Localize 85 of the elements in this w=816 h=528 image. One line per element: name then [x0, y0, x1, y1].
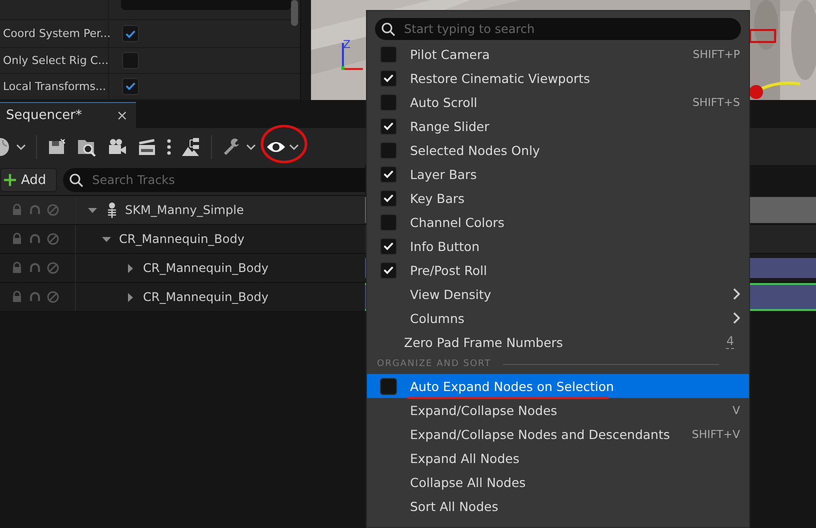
search-icon	[69, 172, 84, 188]
checkbox[interactable]	[380, 142, 397, 158]
shortcut-label: SHIFT+P	[692, 48, 740, 60]
camera-icon[interactable]	[107, 136, 127, 156]
checkbox[interactable]	[122, 78, 139, 95]
menu-item[interactable]: Expand/Collapse Nodes V	[367, 398, 749, 422]
menu-item[interactable]: Sort All Nodes	[367, 494, 749, 518]
shortcut-label: V	[732, 404, 740, 416]
plus-icon	[3, 173, 17, 187]
value-field[interactable]: 4	[726, 335, 734, 349]
hierarchy-icon[interactable]	[181, 136, 201, 156]
search-icon	[381, 22, 396, 36]
menu-item[interactable]: Channel Colors	[367, 210, 749, 234]
chevron-right-icon	[732, 288, 740, 300]
add-button[interactable]: Add	[0, 168, 58, 192]
chevron-right-icon	[732, 312, 740, 324]
checkbox[interactable]	[380, 262, 397, 278]
menu-item[interactable]: Range Slider	[367, 114, 749, 138]
lock-icon[interactable]	[10, 290, 24, 304]
tab-title[interactable]: Sequencer*	[6, 108, 82, 123]
collapsed-arrow-icon[interactable]	[126, 264, 135, 272]
menu-item[interactable]: Key Bars	[367, 186, 749, 210]
menu-search-field[interactable]: Start typing to search	[375, 18, 741, 40]
checkbox[interactable]	[380, 118, 397, 134]
disable-icon[interactable]	[46, 232, 60, 246]
menu-item[interactable]: Expand/Collapse Nodes and Descendants SHIFT+V	[367, 422, 749, 446]
disable-icon[interactable]	[46, 261, 60, 275]
checkbox[interactable]	[380, 46, 397, 62]
section-header: ORGANIZE AND SORT	[377, 359, 492, 369]
menu-item[interactable]: Layer Bars	[367, 162, 749, 186]
track-name[interactable]: CR_Mannequin_Body	[119, 232, 244, 246]
menu-item[interactable]: Restore Cinematic Viewports	[367, 66, 749, 90]
search-field[interactable]: Search Tracks	[63, 168, 365, 192]
checkbox[interactable]	[122, 25, 139, 42]
search-input[interactable]: Start typing to search	[402, 21, 741, 37]
wrench-icon[interactable]	[222, 136, 242, 156]
headphones-icon[interactable]	[28, 232, 42, 246]
checkbox[interactable]	[380, 378, 397, 394]
track-name[interactable]: CR_Mannequin_Body	[143, 261, 268, 275]
property-field[interactable]	[121, 0, 291, 10]
menu-item[interactable]: Pre/Post Roll	[367, 258, 749, 282]
menu-item[interactable]: Zero Pad Frame Numbers 4	[367, 330, 749, 354]
collapsed-arrow-icon[interactable]	[126, 292, 135, 302]
track-name[interactable]: CR_Mannequin_Body	[143, 290, 268, 304]
property-label: Coord System Per...	[0, 21, 109, 47]
scrollbar[interactable]	[291, 0, 298, 26]
highlight-circle	[259, 122, 309, 164]
menu-item[interactable]: Auto Scroll SHIFT+S	[367, 90, 749, 114]
caret-icon	[246, 142, 256, 150]
menu-item[interactable]: Expand All Nodes	[367, 446, 749, 470]
shortcut-label: SHIFT+S	[692, 96, 740, 108]
more-icon[interactable]	[167, 138, 171, 156]
caret-icon	[16, 142, 26, 150]
clapperboard-icon[interactable]	[137, 136, 157, 156]
headphones-icon[interactable]	[28, 290, 42, 304]
menu-item[interactable]: Collapse All Nodes	[367, 470, 749, 494]
menu-item[interactable]: Columns	[367, 306, 749, 330]
checkbox[interactable]	[380, 166, 397, 182]
headphones-icon[interactable]	[28, 261, 42, 275]
checkbox[interactable]	[380, 70, 397, 86]
checkbox[interactable]	[380, 94, 397, 110]
checkbox[interactable]	[380, 190, 397, 206]
caret-icon	[289, 142, 299, 150]
axis-label: Z	[343, 38, 351, 51]
shortcut-label: SHIFT+V	[692, 428, 740, 440]
expanded-arrow-icon[interactable]	[102, 234, 111, 244]
checkbox[interactable]	[380, 214, 397, 230]
close-button[interactable]: ×	[116, 108, 128, 124]
checkbox[interactable]	[122, 52, 139, 69]
sequencer-tab[interactable]: Sequencer* ×	[0, 102, 136, 128]
menu-item[interactable]: Auto Expand Nodes on Selection	[367, 374, 749, 398]
checkbox[interactable]	[380, 238, 397, 254]
menu-item[interactable]: View Density	[367, 282, 749, 306]
lock-icon[interactable]	[10, 261, 24, 275]
track-name[interactable]: SKM_Manny_Simple	[125, 203, 244, 217]
save-icon[interactable]	[47, 136, 67, 156]
expanded-arrow-icon[interactable]	[88, 206, 97, 214]
menu-item[interactable]: Info Button	[367, 234, 749, 258]
property-label: Local Transforms...	[0, 74, 109, 99]
menu-item[interactable]: Pilot Camera SHIFT+P	[367, 42, 749, 66]
lock-icon[interactable]	[10, 232, 24, 246]
disable-icon[interactable]	[46, 290, 60, 304]
property-label: Only Select Rig C...	[0, 48, 109, 73]
search-input[interactable]: Search Tracks	[90, 172, 365, 188]
skeleton-icon	[105, 202, 119, 218]
